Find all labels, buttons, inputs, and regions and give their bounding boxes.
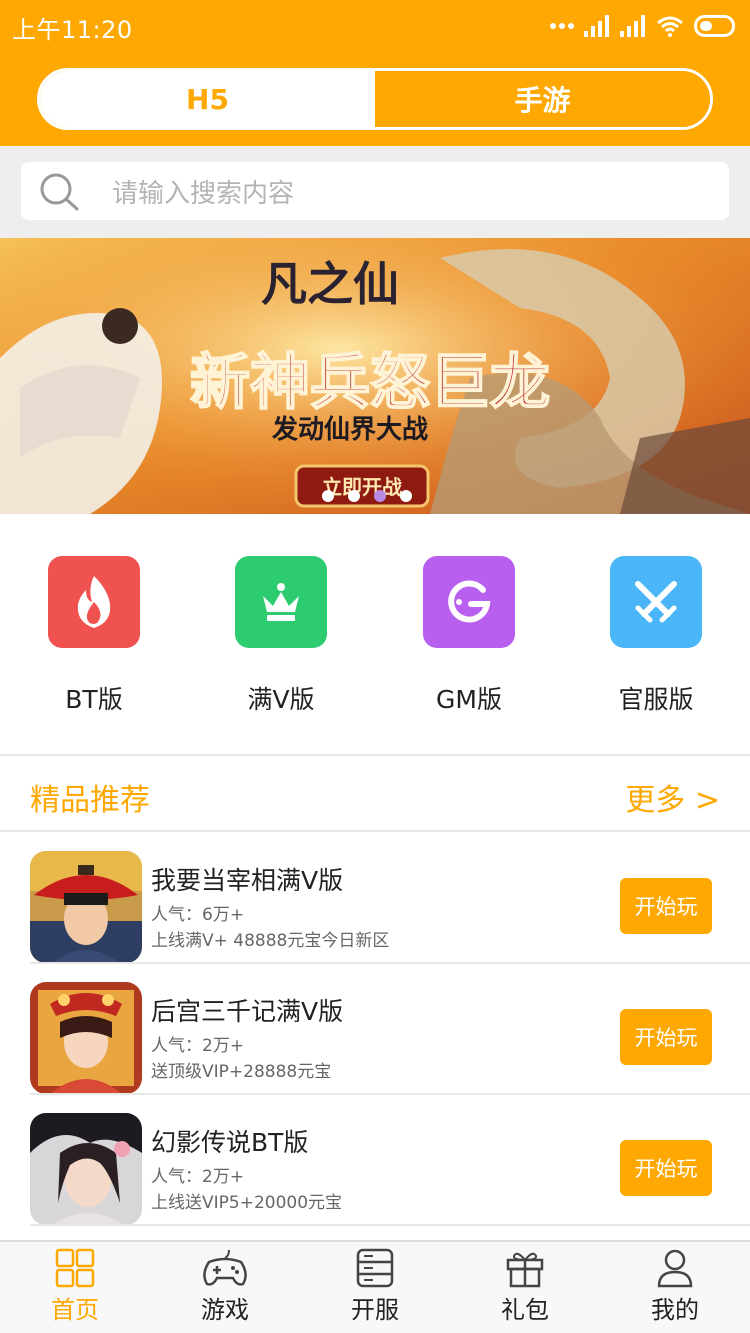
start-play-button[interactable]: 开始玩 (620, 1140, 712, 1196)
pager-dot-active[interactable] (374, 490, 386, 502)
pager-dot[interactable] (400, 490, 412, 502)
category-official[interactable]: 官服版 (576, 556, 736, 716)
category-label: 满V版 (247, 685, 315, 714)
category-grid: BT版 满V版 GM版 官服版 (0, 514, 750, 754)
game-thumbnail (30, 851, 142, 963)
tab-label: 首页 (51, 1296, 99, 1324)
gift-icon (506, 1252, 544, 1288)
gm-icon (423, 556, 515, 648)
search-input[interactable]: 请输入搜索内容 (21, 162, 729, 220)
flame-icon (48, 556, 140, 648)
tab-mobile-games[interactable]: 手游 (375, 71, 710, 127)
tab-h5[interactable]: H5 (40, 71, 375, 127)
category-gm[interactable]: GM版 (389, 556, 549, 716)
section-title: 精品推荐 (30, 783, 150, 818)
banner-pager (322, 490, 412, 502)
tab-gifts[interactable]: 礼包 (450, 1242, 600, 1333)
signal-icon (584, 15, 609, 37)
status-time: 上午11:20 (12, 16, 133, 44)
game-description: 上线送VIP5+20000元宝 (151, 1193, 343, 1213)
more-link[interactable]: 更多 > (625, 775, 720, 819)
category-bt[interactable]: BT版 (14, 556, 174, 716)
banner-headline: 新神兵怒巨龙 (190, 348, 550, 418)
wifi-icon (657, 16, 683, 37)
section-header: 精品推荐 更多 > (0, 756, 750, 832)
app-header: 上午11:20 H5 手游 (0, 0, 750, 146)
user-icon (657, 1249, 693, 1288)
game-description: 送顶级VIP+28888元宝 (151, 1062, 332, 1082)
pager-dot[interactable] (348, 490, 360, 502)
category-label: 官服版 (618, 685, 694, 714)
tab-profile[interactable]: 我的 (600, 1242, 750, 1333)
promo-banner[interactable]: 凡之仙 新神兵怒巨龙 发动仙界大战 立即开战 (0, 238, 750, 514)
game-thumbnail (30, 982, 142, 1094)
game-popularity: 人气：2万+ (151, 1036, 245, 1056)
tab-label: 礼包 (501, 1296, 549, 1324)
banner-artwork: 凡之仙 新神兵怒巨龙 发动仙界大战 立即开战 (0, 238, 750, 514)
game-name: 幻影传说BT版 (151, 1128, 309, 1157)
tab-servers[interactable]: 开服 (300, 1242, 450, 1333)
game-row[interactable]: 幻影传说BT版 人气：2万+ 上线送VIP5+20000元宝 开始玩 (0, 1095, 750, 1226)
search-section: 请输入搜索内容 (0, 146, 750, 238)
game-row[interactable]: 我要当宰相满V版 人气：6万+ 上线满V+ 48888元宝今日新区 开始玩 (0, 833, 750, 964)
pager-dot[interactable] (322, 490, 334, 502)
row-divider (30, 1224, 750, 1226)
start-play-button[interactable]: 开始玩 (620, 1009, 712, 1065)
start-play-button[interactable]: 开始玩 (620, 878, 712, 934)
banner-subline: 发动仙界大战 (271, 414, 428, 445)
tab-games[interactable]: 游戏 (150, 1242, 300, 1333)
battery-icon (694, 15, 735, 37)
game-popularity: 人气：2万+ (151, 1167, 245, 1187)
status-bar: 上午11:20 (0, 0, 750, 52)
home-grid-icon (55, 1248, 95, 1288)
crossed-swords-icon (610, 556, 702, 648)
category-full-v[interactable]: 满V版 (201, 556, 361, 716)
tab-label: 游戏 (201, 1296, 249, 1324)
game-thumbnail (30, 1113, 142, 1225)
game-name: 我要当宰相满V版 (151, 866, 344, 895)
tab-label: 我的 (651, 1296, 699, 1324)
game-row[interactable]: 后宫三千记满V版 人气：2万+ 送顶级VIP+28888元宝 开始玩 (0, 964, 750, 1095)
more-dots-icon (550, 23, 574, 29)
tab-home[interactable]: 首页 (0, 1242, 150, 1333)
bottom-tab-bar: 首页 游戏 开服 礼包 我的 (0, 1240, 750, 1333)
server-icon (356, 1248, 394, 1288)
search-placeholder: 请输入搜索内容 (112, 179, 295, 209)
category-label: BT版 (65, 685, 123, 714)
banner-logo-text: 凡之仙 (261, 257, 399, 311)
platform-segment: H5 手游 (37, 68, 713, 130)
game-popularity: 人气：6万+ (151, 905, 245, 925)
status-icons (550, 12, 738, 40)
search-icon (40, 173, 79, 211)
game-name: 后宫三千记满V版 (151, 997, 344, 1026)
game-description: 上线满V+ 48888元宝今日新区 (151, 931, 390, 951)
gamepad-icon (203, 1249, 247, 1286)
tab-label: 开服 (351, 1296, 399, 1324)
signal-icon (620, 15, 645, 37)
category-label: GM版 (436, 685, 502, 714)
crown-icon (235, 556, 327, 648)
